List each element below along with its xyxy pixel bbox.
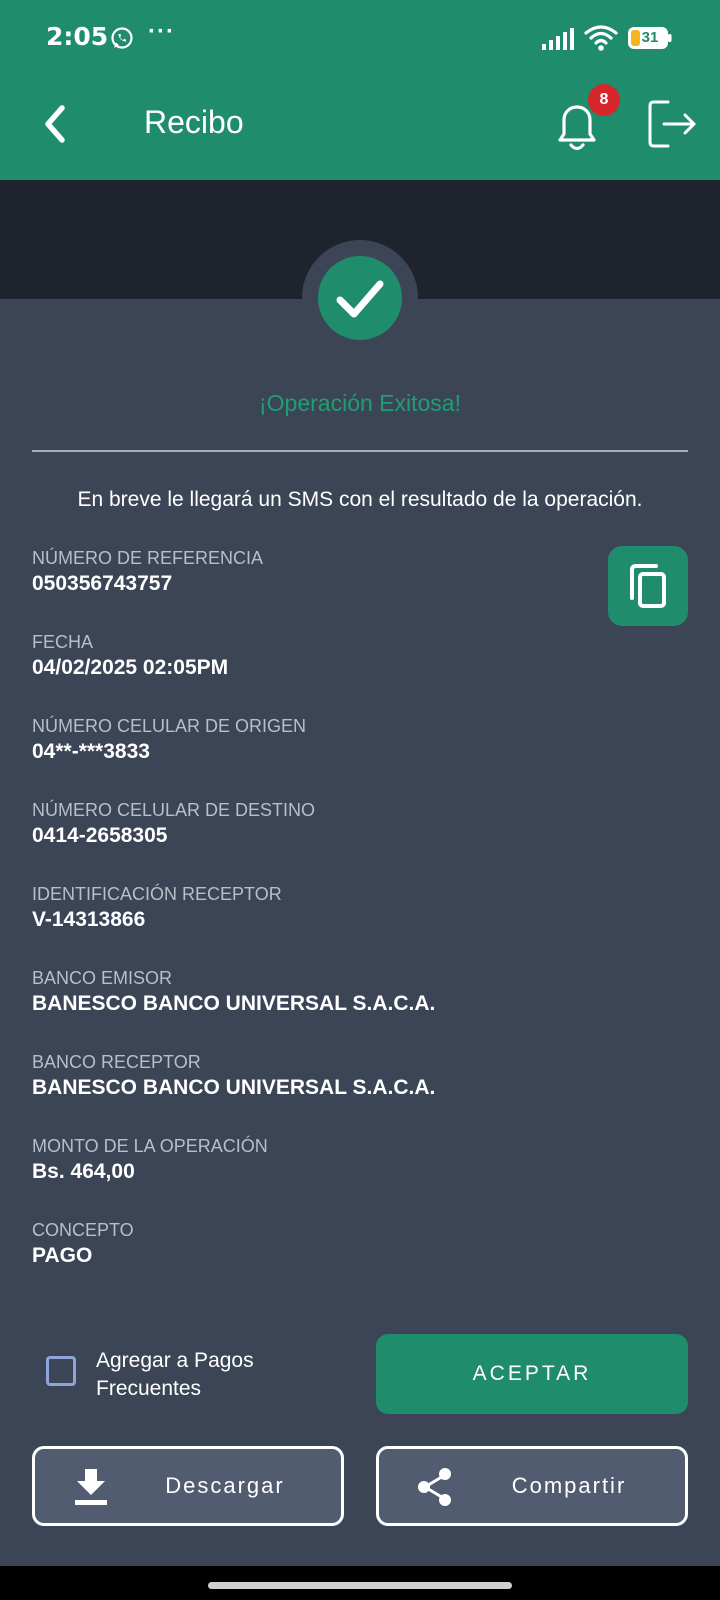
field-value: Bs. 464,00	[32, 1160, 135, 1183]
share-label: Compartir	[511, 1473, 627, 1498]
field-value: V-14313866	[32, 908, 146, 931]
field-amount: MONTO DE LA OPERACIÓN Bs. 464,00	[32, 1134, 592, 1186]
copy-reference-button[interactable]	[608, 546, 688, 626]
field-value: 04/02/2025 02:05PM	[32, 656, 229, 679]
check-icon	[336, 280, 384, 318]
field-value: 050356743757	[32, 572, 173, 595]
field-receiver-id: IDENTIFICACIÓN RECEPTOR V-14313866	[32, 882, 592, 934]
field-label: FECHA	[32, 632, 94, 652]
logout-icon[interactable]	[646, 98, 698, 150]
page-title: Recibo	[144, 104, 244, 140]
battery-level: 31	[641, 29, 659, 46]
field-label: NÚMERO CELULAR DE ORIGEN	[32, 716, 307, 736]
sms-notice: En breve le llegará un SMS con el result…	[77, 488, 643, 511]
field-label: MONTO DE LA OPERACIÓN	[32, 1136, 268, 1156]
accept-button[interactable]: ACEPTAR	[376, 1334, 688, 1414]
more-notifications-icon: ···	[148, 18, 175, 45]
status-bar: 2:05 ··· 31	[0, 0, 720, 80]
status-time: 2:05	[46, 22, 109, 51]
field-origin-phone: NÚMERO CELULAR DE ORIGEN 04**-***3833	[32, 714, 592, 766]
field-reference-number: NÚMERO DE REFERENCIA 050356743757	[32, 546, 592, 598]
add-frequent-label[interactable]: Agregar a Pagos Frecuentes	[96, 1347, 306, 1403]
notification-badge: 8	[588, 84, 620, 116]
back-icon[interactable]	[36, 100, 76, 148]
divider	[32, 450, 688, 452]
success-badge	[318, 256, 402, 340]
download-button[interactable]: Descargar	[32, 1446, 344, 1526]
field-label: BANCO RECEPTOR	[32, 1052, 201, 1072]
add-frequent-checkbox[interactable]	[46, 1356, 76, 1386]
home-indicator[interactable]	[208, 1582, 512, 1589]
field-receiving-bank: BANCO RECEPTOR BANESCO BANCO UNIVERSAL S…	[32, 1050, 592, 1102]
wifi-icon	[584, 25, 618, 51]
field-label: NÚMERO DE REFERENCIA	[32, 548, 264, 568]
copy-icon	[630, 564, 666, 608]
field-label: IDENTIFICACIÓN RECEPTOR	[32, 884, 282, 904]
field-label: BANCO EMISOR	[32, 968, 173, 988]
app-bar: Recibo 8	[0, 80, 720, 180]
signal-icon	[542, 28, 574, 50]
field-destination-phone: NÚMERO CELULAR DE DESTINO 0414-2658305	[32, 798, 592, 850]
share-icon	[418, 1468, 451, 1506]
field-value: BANESCO BANCO UNIVERSAL S.A.C.A.	[32, 992, 436, 1015]
share-button[interactable]: Compartir	[376, 1446, 688, 1526]
field-value: BANESCO BANCO UNIVERSAL S.A.C.A.	[32, 1076, 436, 1099]
field-label: NÚMERO CELULAR DE DESTINO	[32, 800, 316, 820]
success-title: ¡Operación Exitosa!	[259, 390, 461, 416]
field-value: 0414-2658305	[32, 824, 168, 847]
field-concept: CONCEPTO PAGO	[32, 1218, 592, 1270]
whatsapp-icon	[111, 27, 133, 49]
field-value: PAGO	[32, 1244, 93, 1267]
download-label: Descargar	[165, 1473, 285, 1498]
download-icon	[75, 1469, 107, 1505]
field-label: CONCEPTO	[32, 1220, 134, 1240]
field-issuing-bank: BANCO EMISOR BANESCO BANCO UNIVERSAL S.A…	[32, 966, 592, 1018]
field-value: 04**-***3833	[32, 740, 150, 763]
field-date: FECHA 04/02/2025 02:05PM	[32, 630, 592, 682]
